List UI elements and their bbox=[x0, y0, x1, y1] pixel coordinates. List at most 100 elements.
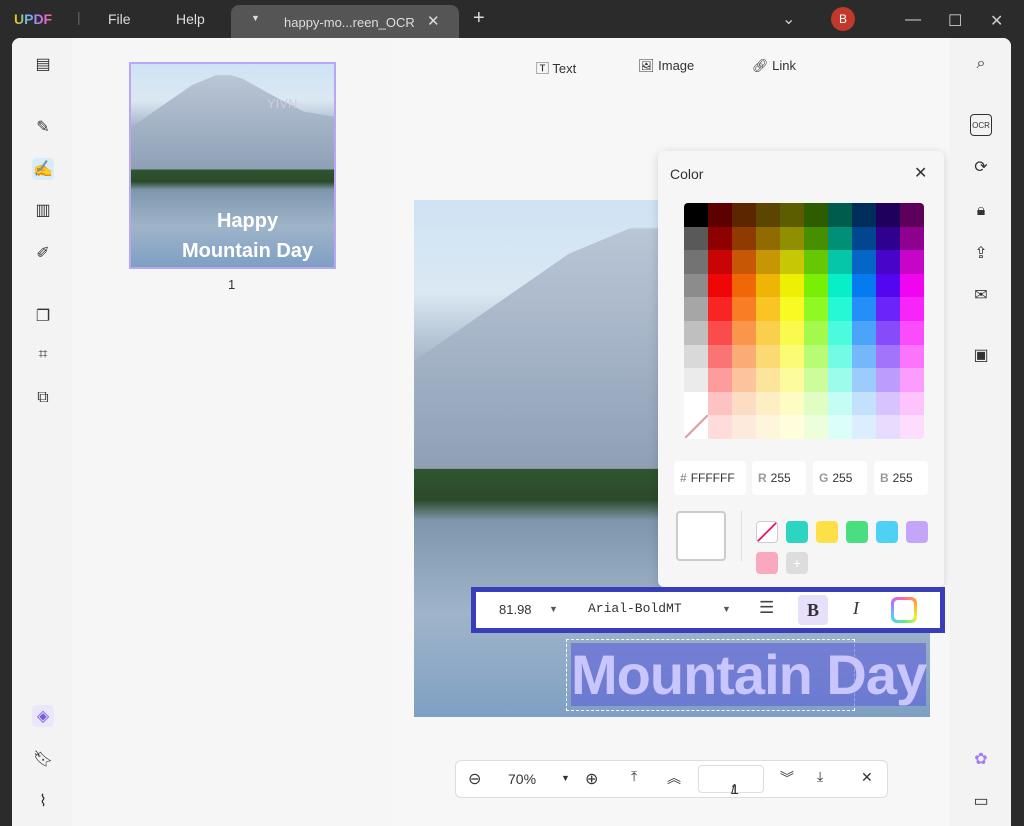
color-cell[interactable] bbox=[732, 226, 756, 251]
page-thumbnail[interactable]: YIVN Happy Mountain Day bbox=[129, 62, 336, 269]
color-cell[interactable] bbox=[876, 320, 900, 345]
color-cell[interactable] bbox=[780, 273, 804, 298]
color-cell[interactable] bbox=[900, 203, 924, 227]
crop-icon[interactable]: ⌗ bbox=[32, 344, 54, 366]
avatar[interactable]: B bbox=[831, 7, 855, 31]
add-text-button[interactable]: 🅃 Text bbox=[536, 58, 576, 77]
color-cell[interactable] bbox=[876, 415, 900, 439]
color-cell[interactable] bbox=[708, 415, 732, 439]
color-cell[interactable] bbox=[780, 368, 804, 392]
layers-icon[interactable]: ◈ bbox=[32, 705, 54, 727]
r-input[interactable]: R 255 bbox=[752, 461, 806, 495]
color-cell[interactable] bbox=[876, 273, 900, 298]
color-cell[interactable] bbox=[804, 226, 828, 251]
color-cell[interactable] bbox=[804, 415, 828, 439]
color-cell[interactable] bbox=[684, 391, 708, 416]
color-cell[interactable] bbox=[804, 391, 828, 416]
color-cell[interactable] bbox=[684, 203, 708, 227]
convert-icon[interactable]: ⟳ bbox=[970, 156, 992, 178]
color-cell[interactable] bbox=[828, 368, 852, 392]
color-cell[interactable] bbox=[876, 250, 900, 274]
color-cell[interactable] bbox=[900, 344, 924, 369]
color-cell[interactable] bbox=[900, 226, 924, 251]
color-cell[interactable] bbox=[756, 391, 780, 416]
color-cell[interactable] bbox=[900, 297, 924, 321]
color-cell[interactable] bbox=[708, 297, 732, 321]
color-cell[interactable] bbox=[708, 250, 732, 274]
add-image-button[interactable]: 🖼︎ Image bbox=[638, 58, 694, 74]
color-cell[interactable] bbox=[780, 297, 804, 321]
color-cell[interactable] bbox=[756, 368, 780, 392]
color-cell[interactable] bbox=[876, 297, 900, 321]
convert-icon[interactable]: ⧉ bbox=[32, 387, 54, 409]
form-icon[interactable]: ▥ bbox=[32, 199, 54, 221]
color-cell[interactable] bbox=[732, 297, 756, 321]
organize-pages-icon[interactable]: ❐ bbox=[32, 305, 54, 327]
zoom-out-icon[interactable]: ⊖ bbox=[468, 769, 481, 789]
color-swatch[interactable] bbox=[756, 552, 778, 574]
color-cell[interactable] bbox=[780, 415, 804, 439]
close-icon[interactable]: ✕ bbox=[914, 163, 927, 183]
color-cell[interactable] bbox=[828, 391, 852, 416]
color-cell[interactable] bbox=[780, 344, 804, 369]
color-cell[interactable] bbox=[732, 344, 756, 369]
color-cell[interactable] bbox=[876, 368, 900, 392]
reader-icon[interactable]: ▤ bbox=[32, 53, 54, 75]
email-icon[interactable]: ✉ bbox=[970, 284, 992, 306]
chevron-down-icon[interactable]: ▼ bbox=[561, 773, 570, 783]
tab-dropdown-icon[interactable]: ▼ bbox=[251, 13, 260, 23]
color-cell[interactable] bbox=[804, 297, 828, 321]
chevron-down-icon[interactable]: ⌄ bbox=[782, 9, 795, 29]
maximize-icon[interactable]: ☐ bbox=[948, 11, 962, 31]
color-cell[interactable] bbox=[852, 368, 876, 392]
document-tab[interactable]: ▼ happy-mo...reen_OCR ✕ bbox=[231, 5, 459, 38]
no-color-swatch[interactable] bbox=[756, 521, 778, 543]
italic-button[interactable]: I bbox=[853, 598, 859, 619]
color-cell[interactable] bbox=[852, 203, 876, 227]
chevron-down-icon[interactable]: ▼ bbox=[549, 604, 558, 614]
color-cell[interactable] bbox=[876, 344, 900, 369]
b-input[interactable]: B 255 bbox=[874, 461, 928, 495]
color-cell[interactable] bbox=[900, 250, 924, 274]
color-swatch[interactable] bbox=[846, 521, 868, 543]
search-icon[interactable]: ⌕ bbox=[970, 53, 992, 75]
text-box[interactable]: Mountain Day bbox=[566, 639, 927, 711]
next-page-icon[interactable]: ︾ bbox=[780, 768, 794, 788]
close-window-icon[interactable]: ✕ bbox=[990, 11, 1003, 31]
color-cell[interactable] bbox=[828, 344, 852, 369]
color-cell[interactable] bbox=[756, 250, 780, 274]
color-swatch[interactable] bbox=[816, 521, 838, 543]
save-icon[interactable]: ▣ bbox=[970, 344, 992, 366]
page-text[interactable]: Mountain Day bbox=[571, 642, 927, 707]
color-cell[interactable] bbox=[852, 226, 876, 251]
text-color-button[interactable] bbox=[891, 597, 917, 623]
color-cell[interactable] bbox=[756, 226, 780, 251]
color-cell[interactable] bbox=[684, 368, 708, 392]
color-cell[interactable] bbox=[732, 320, 756, 345]
color-cell[interactable] bbox=[852, 320, 876, 345]
color-cell[interactable] bbox=[708, 273, 732, 298]
color-cell[interactable] bbox=[828, 273, 852, 298]
color-cell[interactable] bbox=[804, 203, 828, 227]
color-cell[interactable] bbox=[828, 226, 852, 251]
color-cell[interactable] bbox=[708, 203, 732, 227]
ai-icon[interactable]: ✿ bbox=[970, 748, 992, 770]
color-cell[interactable] bbox=[900, 415, 924, 439]
color-cell[interactable] bbox=[900, 391, 924, 416]
previous-page-icon[interactable]: ︽ bbox=[667, 768, 681, 788]
color-cell[interactable] bbox=[852, 391, 876, 416]
protect-icon[interactable]: 🔒︎ bbox=[970, 200, 992, 222]
bookmark-icon[interactable]: 🔖︎ bbox=[32, 748, 54, 770]
color-cell[interactable] bbox=[828, 297, 852, 321]
color-cell[interactable] bbox=[756, 344, 780, 369]
attachment-icon[interactable]: ⌇ bbox=[32, 790, 54, 812]
share-icon[interactable]: ⇪ bbox=[970, 242, 992, 264]
comment-icon[interactable]: ▭ bbox=[970, 790, 992, 812]
color-cell[interactable] bbox=[876, 226, 900, 251]
color-cell[interactable] bbox=[804, 250, 828, 274]
align-icon[interactable]: ☰ bbox=[759, 598, 774, 618]
close-tab-icon[interactable]: ✕ bbox=[427, 12, 440, 30]
new-tab-icon[interactable]: + bbox=[473, 7, 485, 30]
minimize-icon[interactable]: — bbox=[905, 11, 921, 29]
color-swatch[interactable] bbox=[786, 521, 808, 543]
